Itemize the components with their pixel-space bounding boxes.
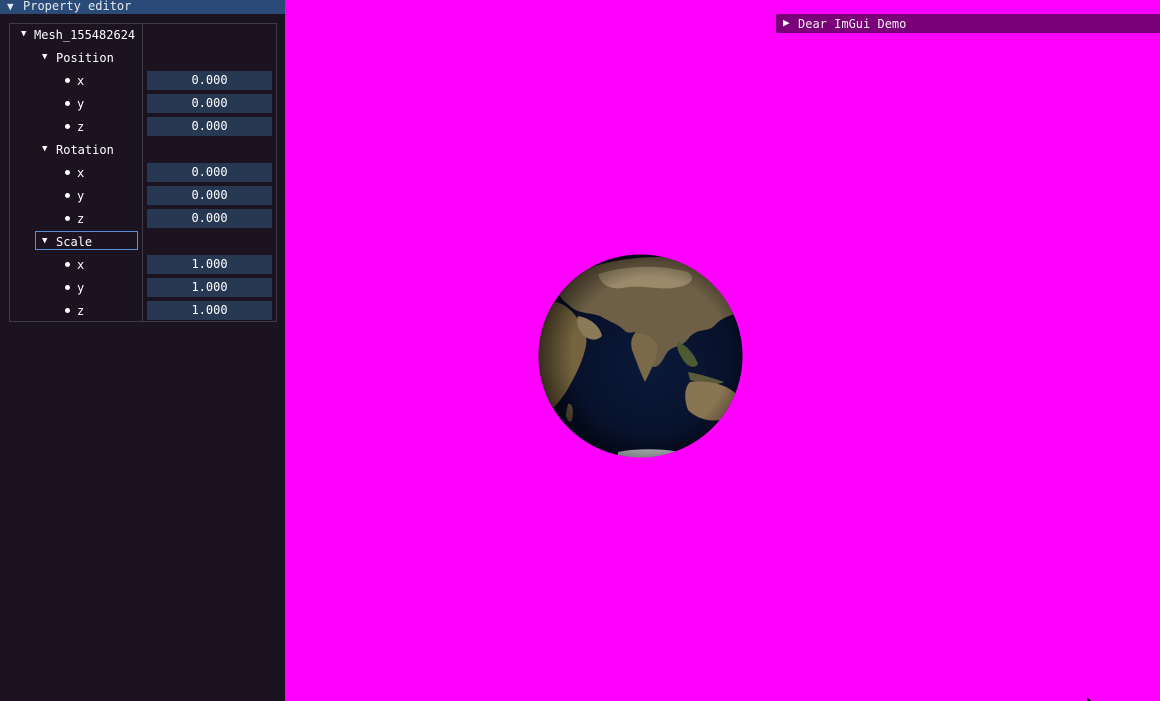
position-z-input[interactable]: 0.000	[147, 117, 272, 136]
tree-node-mesh[interactable]: ▼ Mesh_155482624	[10, 24, 276, 47]
bullet-icon	[65, 78, 70, 83]
scale-y-input[interactable]: 1.000	[147, 278, 272, 297]
bullet-icon	[65, 101, 70, 106]
property-editor-window: ▼ Property editor ▼ Mesh_155482624 ▼ Pos…	[0, 0, 285, 701]
tree-node-scale[interactable]: ▼ Scale	[10, 231, 276, 254]
field-row-rotation-z: z 0.000	[10, 208, 276, 231]
rotation-z-input[interactable]: 0.000	[147, 209, 272, 228]
field-row-scale-y: y 1.000	[10, 277, 276, 300]
expand-triangle-icon[interactable]: ▼	[42, 52, 47, 62]
mesh-name-label[interactable]: Mesh_155482624	[34, 27, 135, 43]
group-label-scale[interactable]: Scale	[56, 234, 92, 250]
group-label-rotation[interactable]: Rotation	[56, 142, 114, 158]
field-row-position-y: y 0.000	[10, 93, 276, 116]
expand-triangle-icon[interactable]: ▼	[21, 29, 26, 39]
position-y-input[interactable]: 0.000	[147, 94, 272, 113]
field-row-rotation-y: y 0.000	[10, 185, 276, 208]
bullet-icon	[65, 216, 70, 221]
axis-label: z	[77, 304, 85, 318]
property-editor-title: Property editor	[23, 0, 132, 13]
axis-label: z	[77, 120, 85, 134]
expand-triangle-icon[interactable]: ▶	[783, 16, 790, 29]
scale-x-input[interactable]: 1.000	[147, 255, 272, 274]
collapse-triangle-icon[interactable]: ▼	[7, 0, 14, 13]
property-editor-title-bar[interactable]: ▼ Property editor	[0, 0, 285, 14]
tree-node-rotation[interactable]: ▼ Rotation	[10, 139, 276, 162]
bullet-icon	[65, 170, 70, 175]
tree-node-position[interactable]: ▼ Position	[10, 47, 276, 70]
rotation-x-input[interactable]: 0.000	[147, 163, 272, 182]
mouse-cursor-icon	[1087, 697, 1091, 701]
position-x-input[interactable]: 0.000	[147, 71, 272, 90]
bullet-icon	[65, 262, 70, 267]
axis-label: x	[77, 74, 85, 88]
axis-label: y	[77, 281, 85, 295]
rotation-y-input[interactable]: 0.000	[147, 186, 272, 205]
demo-window-title: Dear ImGui Demo	[798, 17, 907, 31]
earth-globe-graphic	[538, 254, 743, 458]
bullet-icon	[65, 285, 70, 290]
field-row-position-z: z 0.000	[10, 116, 276, 139]
expand-triangle-icon[interactable]: ▼	[42, 144, 47, 154]
field-row-scale-z: z 1.000	[10, 300, 276, 323]
axis-label: x	[77, 166, 85, 180]
bullet-icon	[65, 193, 70, 198]
axis-label: x	[77, 258, 85, 272]
group-label-position[interactable]: Position	[56, 50, 114, 66]
field-row-rotation-x: x 0.000	[10, 162, 276, 185]
property-table: ▼ Mesh_155482624 ▼ Position x 0.000 y 0.…	[9, 23, 277, 322]
expand-triangle-icon[interactable]: ▼	[42, 236, 47, 246]
demo-window-title-bar[interactable]: ▶ Dear ImGui Demo	[776, 14, 1160, 33]
scale-z-input[interactable]: 1.000	[147, 301, 272, 320]
bullet-icon	[65, 308, 70, 313]
bullet-icon	[65, 124, 70, 129]
field-row-scale-x: x 1.000	[10, 254, 276, 277]
axis-label: y	[77, 189, 85, 203]
earth-globe	[538, 254, 743, 458]
axis-label: y	[77, 97, 85, 111]
field-row-position-x: x 0.000	[10, 70, 276, 93]
axis-label: z	[77, 212, 85, 226]
